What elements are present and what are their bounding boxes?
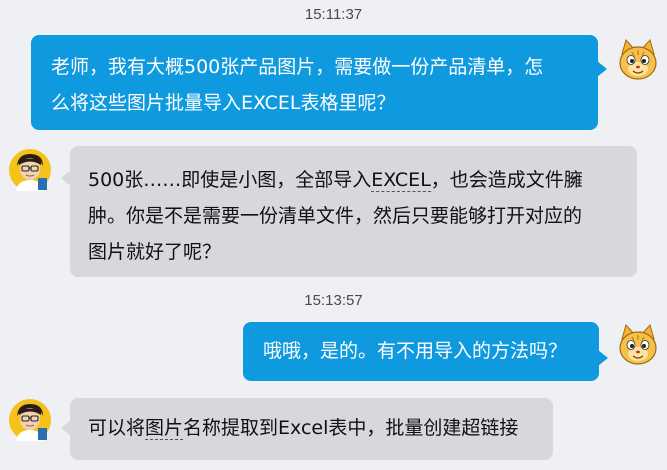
message-text-line: 哦哦，是的。有不用导入的方法吗？ [263,340,568,362]
message-text-line: 可以将图片名称提取到Excel表中，批量创建超链接 [88,410,535,446]
message-text-line: 肿。你是不是需要一份清单文件，然后只要能够打开对应的 [88,205,583,227]
timestamp: 15:13:57 [304,292,363,309]
message-text-line: 么将这些图片批量导入EXCEL表格里呢？ [51,92,396,114]
message-text: 500张……即使是小图，全部导入 [88,169,372,191]
message-text: ，也会造成文件臃 [430,169,583,191]
message-text-line: 500张……即使是小图，全部导入EXCEL，也会造成文件臃 [88,162,619,198]
cat-avatar-icon[interactable] [616,323,660,367]
message-text-line: 图片就好了呢？ [88,241,222,263]
teacher-avatar-icon[interactable] [8,148,52,192]
keyword-link[interactable]: EXCEL [371,169,431,192]
message-text: 可以将 [88,417,146,439]
message-text: 名称提取到Excel表中，批量创建超链接 [183,417,519,439]
cat-avatar-icon[interactable] [616,38,660,82]
timestamp: 15:11:37 [304,6,363,23]
my-message-bubble[interactable]: 哦哦，是的。有不用导入的方法吗？ [243,322,608,381]
keyword-link[interactable]: 图片 [145,417,184,440]
teacher-message-bubble[interactable]: 500张……即使是小图，全部导入EXCEL，也会造成文件臃 肿。你是不是需要一份… [61,146,637,277]
my-message-bubble[interactable]: 老师，我有大概500张产品图片，需要做一份产品清单，怎 么将这些图片批量导入EX… [31,35,607,130]
teacher-avatar-icon[interactable] [8,398,52,442]
teacher-message-bubble[interactable]: 可以将图片名称提取到Excel表中，批量创建超链接 [61,398,553,460]
message-text-line: 老师，我有大概500张产品图片，需要做一份产品清单，怎 [51,56,544,78]
